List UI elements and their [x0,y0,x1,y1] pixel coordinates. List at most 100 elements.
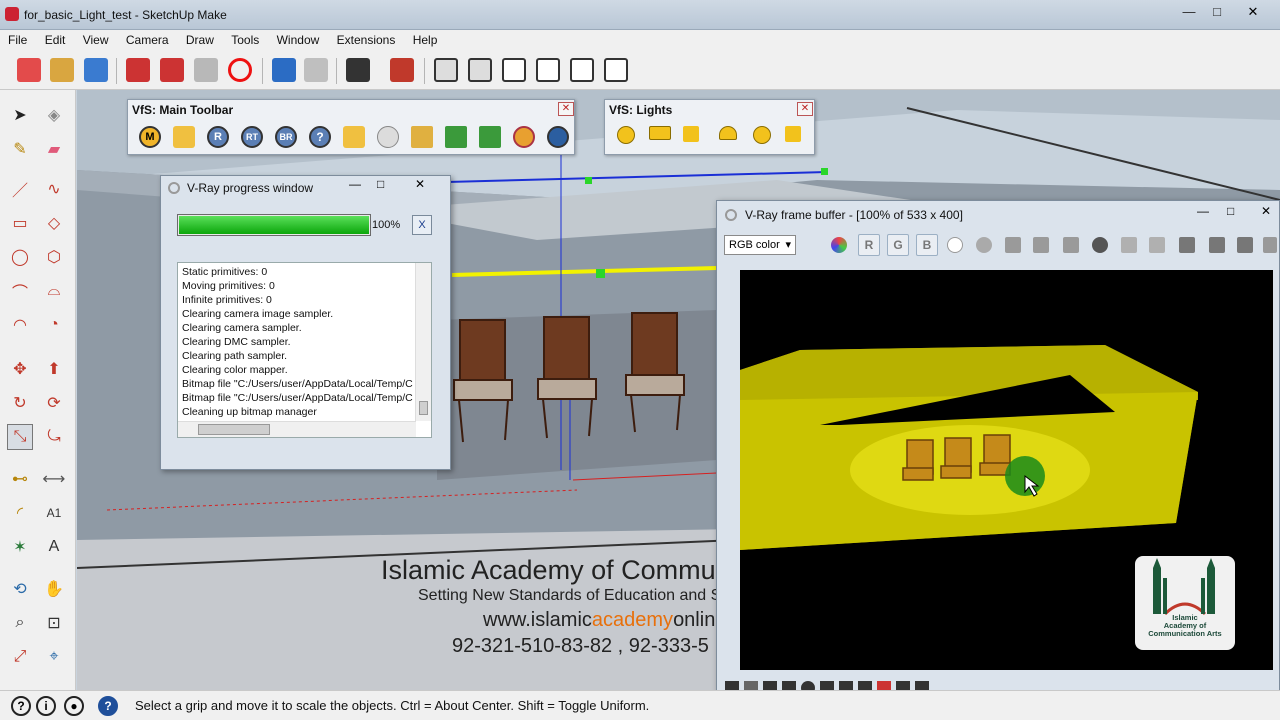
minimize-button[interactable]: — [1176,3,1202,21]
offset-tool-icon[interactable]: ⤿ [41,424,67,450]
menu-camera[interactable]: Camera [118,30,175,47]
vfs-plane-icon[interactable] [411,126,433,148]
rotate-tool-icon[interactable]: ↻ [7,390,33,416]
menu-window[interactable]: Window [269,30,326,47]
two-point-arc-icon[interactable]: ⌓ [41,278,67,304]
clear-image-icon[interactable] [1092,237,1108,253]
text-tool-icon[interactable]: A1 [41,500,67,526]
menu-edit[interactable]: Edit [37,30,72,47]
zoom-extents-icon[interactable]: ⤢ [7,644,33,670]
close-icon[interactable]: ✕ [1261,204,1271,218]
component-tool-icon[interactable]: ◈ [41,102,67,128]
history-icon[interactable] [1209,237,1225,253]
instructor-help-icon[interactable]: ? [98,696,118,716]
vfs-proxy-icon[interactable] [445,126,467,148]
red-channel-button[interactable]: R [858,234,880,256]
duplicate-icon[interactable] [1149,237,1165,253]
redo-icon[interactable] [304,58,328,82]
menu-draw[interactable]: Draw [178,30,220,47]
undo-icon[interactable] [272,58,296,82]
front-view-icon[interactable] [502,58,526,82]
iso-view-icon[interactable] [434,58,458,82]
monochrome-icon[interactable] [976,237,992,253]
rectangle-light-icon[interactable] [649,126,671,140]
right-view-icon[interactable] [536,58,560,82]
model-info-icon[interactable] [390,58,414,82]
open-folder-icon[interactable] [50,58,74,82]
dimension-tool-icon[interactable]: ⟷ [41,466,67,492]
zoom-tool-icon[interactable]: ⌕ [7,610,33,636]
follow-me-icon[interactable]: ⟳ [41,390,67,416]
left-view-icon[interactable] [604,58,628,82]
push-pull-icon[interactable]: ⬆ [41,356,67,382]
3d-text-icon[interactable]: A [41,534,67,560]
region-render-icon[interactable] [1179,237,1195,253]
save-icon[interactable] [84,58,108,82]
eraser-icon[interactable]: ▰ [41,136,67,162]
freehand-tool-icon[interactable]: ∿ [41,176,67,202]
copy-icon[interactable] [160,58,184,82]
channel-select[interactable]: RGB color ▾ [724,235,796,255]
load-image-icon[interactable] [1063,237,1079,253]
log-horizontal-scrollbar[interactable] [178,421,416,437]
save-all-icon[interactable] [1033,237,1049,253]
dome-light-icon[interactable] [719,126,737,140]
minimize-icon[interactable]: — [1197,204,1209,218]
tape-measure-icon[interactable]: ⊷ [7,466,33,492]
cancel-render-button[interactable]: X [412,215,432,235]
pan-tool-icon[interactable]: ✋ [41,576,67,602]
green-channel-button[interactable]: G [887,234,909,256]
protractor-icon[interactable]: ◜ [7,500,33,526]
vfs-render-icon[interactable]: R [207,126,229,148]
geo-location-icon[interactable]: ? [11,696,31,716]
vfs-material-editor-icon[interactable] [173,126,195,148]
menu-tools[interactable]: Tools [223,30,265,47]
cut-icon[interactable] [126,58,150,82]
sphere-light-icon[interactable] [753,126,771,144]
alpha-channel-icon[interactable] [947,237,963,253]
render-log[interactable]: Static primitives: 0 Moving primitives: … [177,262,432,438]
vfs-lights-close[interactable]: ✕ [797,102,813,116]
save-image-icon[interactable] [1005,237,1021,253]
paint-bucket-icon[interactable]: ✎ [7,136,33,162]
move-tool-icon[interactable]: ✥ [7,356,33,382]
ies-light-icon[interactable] [785,126,801,142]
vfs-options-icon[interactable]: M [139,126,161,148]
omni-light-icon[interactable] [617,126,635,144]
line-tool-icon[interactable]: ／ [7,176,33,202]
menu-view[interactable]: View [75,30,115,47]
zoom-window-icon[interactable]: ⊡ [41,610,67,636]
maximize-icon[interactable]: □ [1227,204,1234,218]
circle-tool-icon[interactable]: ◯ [7,244,33,270]
print-icon[interactable] [346,58,370,82]
new-file-icon[interactable] [17,58,41,82]
maximize-icon[interactable]: □ [377,177,384,191]
render-view[interactable]: Islamic Academy of Communication Arts [740,270,1273,670]
menu-file[interactable]: File [0,30,33,47]
previous-view-icon[interactable]: ⌖ [41,644,67,670]
arc-tool-icon[interactable]: ⌒ [7,278,33,304]
log-vertical-scrollbar[interactable] [415,263,431,421]
color-channels-icon[interactable] [831,237,847,253]
paste-icon[interactable] [194,58,218,82]
polygon-tool-icon[interactable]: ⬡ [41,244,67,270]
minimize-icon[interactable]: — [349,177,361,191]
erase-icon[interactable] [228,58,252,82]
top-view-icon[interactable] [468,58,492,82]
credits-icon[interactable]: i [36,696,56,716]
spot-light-icon[interactable] [683,126,699,142]
back-view-icon[interactable] [570,58,594,82]
vfs-pause-icon[interactable] [547,126,569,148]
pie-tool-icon[interactable]: ◔ [41,312,67,338]
close-icon[interactable]: ✕ [415,177,425,191]
rotated-rectangle-icon[interactable]: ◇ [41,210,67,236]
rectangle-tool-icon[interactable]: ▭ [7,210,33,236]
orbit-tool-icon[interactable]: ⟲ [7,576,33,602]
menu-help[interactable]: Help [405,30,444,47]
vfs-fur-icon[interactable] [479,126,501,148]
vfs-target-icon[interactable] [513,126,535,148]
vfs-help-icon[interactable]: ? [309,126,331,148]
lens-effects-icon[interactable] [1237,237,1253,253]
track-mouse-icon[interactable] [1121,237,1137,253]
scale-tool-icon[interactable]: ⤡ [7,424,33,450]
